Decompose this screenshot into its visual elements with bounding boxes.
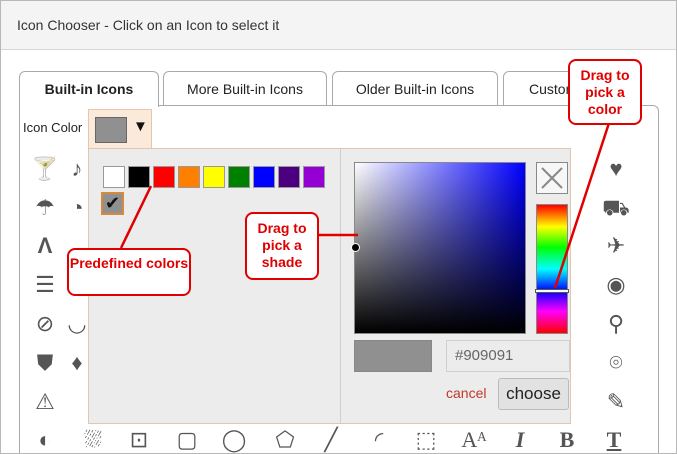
callout-pick-color: Drag to pick a color	[568, 59, 642, 125]
callout-text: Predefined colors	[69, 255, 189, 271]
callout-text: Drag to pick a shade	[257, 220, 307, 270]
callout-predefined-colors: Predefined colors	[67, 248, 191, 296]
callout-pick-shade: Drag to pick a shade	[245, 212, 319, 280]
icon-chooser-window: Icon Chooser - Click on an Icon to selec…	[0, 0, 677, 454]
callout-text: Drag to pick a color	[580, 67, 630, 117]
